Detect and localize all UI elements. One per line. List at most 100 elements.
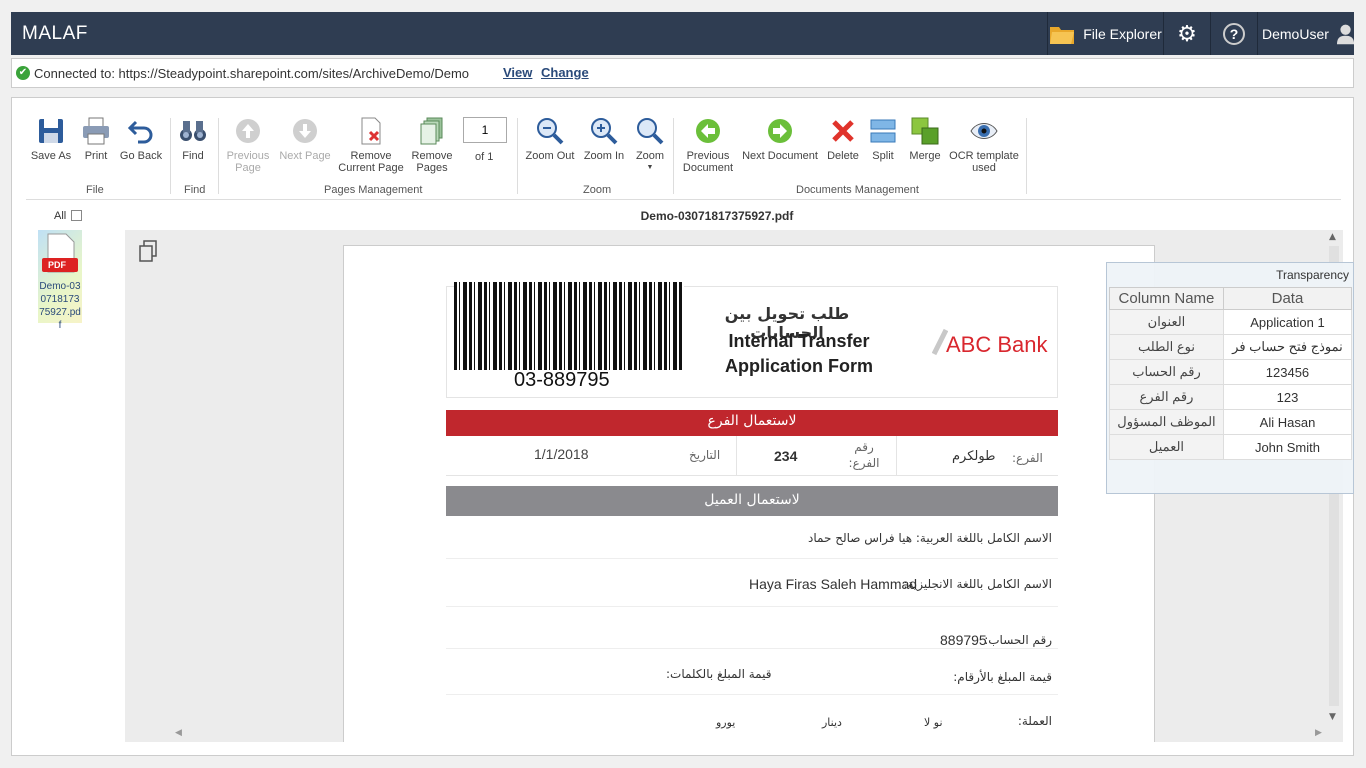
name-english-label: الاسم الكامل باللغة الانجليزية: bbox=[903, 577, 1052, 591]
column-header-name: Column Name bbox=[1109, 287, 1224, 310]
row-data: John Smith bbox=[1222, 434, 1353, 460]
zoom-in-icon bbox=[591, 118, 618, 145]
column-header-data: Data bbox=[1222, 287, 1353, 310]
previous-page-button[interactable]: Previous Page bbox=[218, 116, 278, 174]
arrow-up-icon bbox=[236, 119, 260, 143]
row-divider bbox=[446, 694, 1058, 695]
scroll-up-icon[interactable]: ▲ bbox=[1329, 232, 1336, 242]
horizontal-scrollbar[interactable]: ◀ ▶ bbox=[165, 726, 1325, 742]
group-label-zoom: Zoom bbox=[583, 184, 612, 196]
name-arabic-line: الاسم الكامل باللغة العربية: هيا فراس صا… bbox=[808, 531, 1052, 545]
client-band-label: لاستعمال العميل bbox=[704, 492, 800, 508]
account-value: 889795 bbox=[940, 632, 987, 648]
row-data: 123456 bbox=[1222, 359, 1353, 385]
previous-document-button[interactable]: Previous Document bbox=[677, 116, 739, 174]
next-document-label: Next Document bbox=[742, 150, 818, 162]
zoom-icon bbox=[637, 118, 664, 145]
previous-document-label: Previous Document bbox=[682, 150, 734, 174]
zoom-menu-button[interactable]: Zoom ▼ bbox=[620, 116, 680, 174]
barcode-number: 03-889795 bbox=[514, 369, 610, 391]
table-row[interactable]: الموظف المسؤول Ali Hasan bbox=[1109, 409, 1353, 435]
user-name: DemoUser bbox=[1262, 25, 1329, 42]
scroll-right-icon[interactable]: ▶ bbox=[1315, 728, 1322, 738]
next-page-button[interactable]: Next Page bbox=[275, 116, 335, 162]
next-document-button[interactable]: Next Document bbox=[740, 116, 820, 162]
next-page-label: Next Page bbox=[279, 150, 331, 162]
row-divider bbox=[446, 648, 1058, 649]
branch-divider bbox=[736, 436, 737, 476]
remove-pages-button[interactable]: Remove Pages bbox=[402, 116, 462, 174]
check-icon: ✔ bbox=[16, 66, 30, 80]
help-button[interactable]: ? bbox=[1210, 12, 1257, 55]
go-back-icon bbox=[127, 120, 153, 144]
page-number-input[interactable] bbox=[463, 117, 507, 143]
save-icon bbox=[39, 119, 63, 143]
zoom-out-icon bbox=[537, 118, 564, 145]
table-row[interactable]: رقم الفرع 123 bbox=[1109, 384, 1353, 410]
table-row[interactable]: نوع الطلب نموذج فتح حساب فر bbox=[1109, 334, 1353, 360]
row-name: رقم الفرع bbox=[1109, 384, 1224, 410]
row-data: 123 bbox=[1222, 384, 1353, 410]
table-row[interactable]: العنوان Application 1 bbox=[1109, 309, 1353, 335]
row-data: نموذج فتح حساب فر bbox=[1222, 334, 1353, 360]
previous-page-label: Previous Page bbox=[226, 150, 270, 174]
row-name: رقم الحساب bbox=[1109, 359, 1224, 385]
help-icon: ? bbox=[1223, 22, 1245, 45]
file-explorer-button[interactable]: File Explorer bbox=[1047, 12, 1163, 55]
branch-number-value: 234 bbox=[774, 448, 798, 464]
ocr-template-label: OCR template used bbox=[949, 150, 1019, 174]
account-label: رقم الحساب: bbox=[984, 633, 1052, 647]
folder-icon bbox=[1050, 26, 1075, 44]
name-english-value: Haya Firas Saleh Hammad bbox=[749, 576, 918, 592]
form-title-en-2: Application Form bbox=[725, 356, 873, 376]
scroll-left-icon[interactable]: ◀ bbox=[175, 728, 182, 738]
table-row[interactable]: العميل John Smith bbox=[1109, 434, 1353, 460]
zoom-out-label: Zoom Out bbox=[525, 150, 575, 162]
transparency-panel[interactable]: Transparency Column Name Data العنوان App… bbox=[1106, 262, 1354, 494]
metadata-table: Column Name Data العنوان Application 1 نو… bbox=[1109, 287, 1353, 460]
table-header: Column Name Data bbox=[1109, 287, 1353, 310]
app-title: MALAF bbox=[22, 23, 88, 44]
ocr-template-button[interactable]: OCR template used bbox=[946, 116, 1022, 174]
print-label: Print bbox=[84, 150, 108, 162]
select-all-checkbox[interactable] bbox=[71, 210, 82, 221]
branch-label: الفرع: bbox=[1012, 451, 1043, 465]
separator bbox=[1026, 118, 1027, 194]
remove-pages-icon bbox=[420, 117, 443, 145]
remove-current-page-button[interactable]: Remove Current Page bbox=[336, 116, 406, 174]
remove-pages-label: Remove Pages bbox=[411, 150, 453, 174]
document-thumbnail[interactable]: PDF Demo-03071817375927.pdf bbox=[38, 230, 82, 331]
form-title-en-1: Internal Transfer bbox=[728, 331, 870, 351]
date-label: التاريخ bbox=[689, 448, 721, 462]
gears-icon: ⚙ bbox=[1177, 20, 1197, 46]
pdf-badge: PDF bbox=[48, 260, 66, 270]
copy-icon[interactable] bbox=[138, 239, 160, 263]
branch-divider bbox=[896, 436, 897, 476]
viewer-filename: Demo-03071817375927.pdf bbox=[640, 209, 794, 223]
separator bbox=[517, 118, 518, 194]
settings-button[interactable]: ⚙ bbox=[1163, 12, 1210, 55]
row-name: العنوان bbox=[1109, 309, 1224, 335]
transparency-title: Transparency bbox=[1276, 268, 1349, 282]
row-data: Application 1 bbox=[1222, 309, 1353, 335]
table-row[interactable]: رقم الحساب 123456 bbox=[1109, 359, 1353, 385]
row-divider bbox=[446, 558, 1058, 559]
eye-icon bbox=[970, 123, 998, 139]
row-divider bbox=[446, 606, 1058, 607]
group-label-find: Find bbox=[184, 184, 206, 196]
amount-numbers-label: قيمة المبلغ بالأرقام: bbox=[953, 670, 1052, 684]
zoom-in-label: Zoom In bbox=[583, 150, 625, 162]
view-link[interactable]: View bbox=[503, 65, 532, 80]
group-label-file: File bbox=[86, 184, 104, 196]
merge-label: Merge bbox=[909, 150, 941, 162]
change-link[interactable]: Change bbox=[541, 65, 589, 80]
branch-value: طولكرم bbox=[952, 449, 996, 464]
row-name: العميل bbox=[1109, 434, 1224, 460]
scroll-down-icon[interactable]: ▼ bbox=[1329, 712, 1336, 722]
find-button[interactable]: Find bbox=[163, 116, 223, 162]
find-label: Find bbox=[182, 150, 204, 162]
user-menu[interactable]: DemoUser bbox=[1257, 12, 1354, 55]
go-back-button[interactable]: Go Back bbox=[111, 116, 171, 162]
connection-bar: ✔ Connected to: https://Steadypoint.shar… bbox=[11, 58, 1354, 88]
zoom-out-button[interactable]: Zoom Out bbox=[520, 116, 580, 162]
